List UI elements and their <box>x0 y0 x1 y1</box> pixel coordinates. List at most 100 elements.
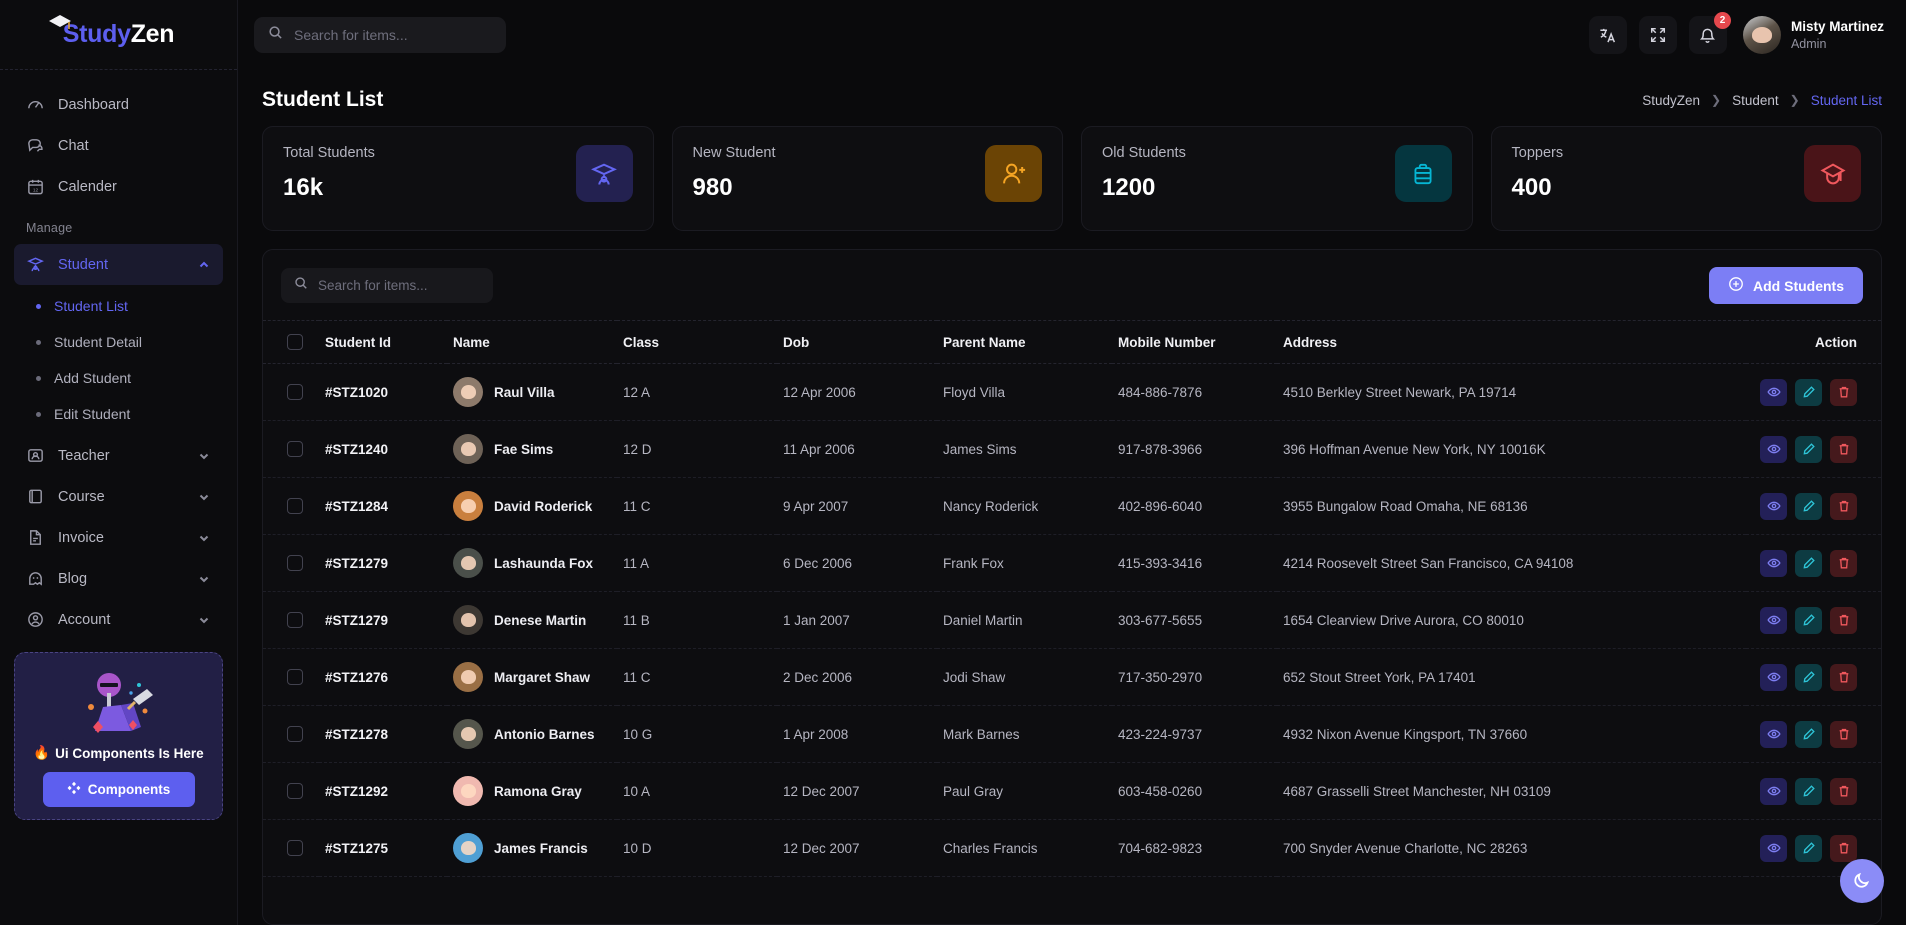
cell-dob: 2 Dec 2006 <box>777 648 937 706</box>
search-input[interactable] <box>294 27 492 43</box>
trash-icon[interactable] <box>1830 663 1857 691</box>
student-cap-icon <box>575 145 633 202</box>
trash-icon[interactable] <box>1830 435 1857 463</box>
row-checkbox[interactable] <box>287 783 303 799</box>
sidebar-item-blog[interactable]: Blog <box>14 558 223 599</box>
sidebar-item-calender[interactable]: 12 Calender <box>14 166 223 207</box>
table-search-input[interactable] <box>318 278 480 293</box>
eye-icon[interactable] <box>1760 492 1787 520</box>
pencil-icon[interactable] <box>1795 378 1822 406</box>
pencil-icon[interactable] <box>1795 549 1822 577</box>
sidebar-item-student[interactable]: Student <box>14 244 223 285</box>
logo[interactable]: Study Zen <box>0 0 237 70</box>
promo-card: 🔥 Ui Components Is Here Components <box>14 652 223 820</box>
cell-student-id: #STZ1292 <box>319 762 447 820</box>
eye-icon[interactable] <box>1760 435 1787 463</box>
breadcrumb-item-student[interactable]: Student <box>1732 93 1779 108</box>
pencil-icon[interactable] <box>1795 834 1822 862</box>
cell-mobile-number: 603-458-0260 <box>1112 762 1277 820</box>
trash-icon[interactable] <box>1830 378 1857 406</box>
cell-mobile-number: 402-896-6040 <box>1112 477 1277 535</box>
trash-icon[interactable] <box>1830 777 1857 805</box>
row-checkbox[interactable] <box>287 498 303 514</box>
trash-icon[interactable] <box>1830 834 1857 862</box>
eye-icon[interactable] <box>1760 663 1787 691</box>
sidebar-item-label: Course <box>58 488 105 505</box>
column-header-name[interactable]: Name <box>447 320 617 364</box>
trash-icon[interactable] <box>1830 606 1857 634</box>
add-students-button[interactable]: Add Students <box>1709 267 1863 304</box>
user-profile[interactable]: Misty Martinez Admin <box>1742 16 1884 54</box>
pencil-icon[interactable] <box>1795 606 1822 634</box>
table-search[interactable] <box>281 268 493 303</box>
briefcase-icon <box>1394 145 1452 202</box>
pencil-icon[interactable] <box>1795 492 1822 520</box>
table-row: #STZ1020 Raul Villa 12 A 12 Apr 2006 Floyd V… <box>263 363 1881 421</box>
cell-class: 11 A <box>617 534 777 592</box>
pencil-icon[interactable] <box>1795 663 1822 691</box>
pencil-icon[interactable] <box>1795 777 1822 805</box>
sidebar-item-label: Dashboard <box>58 96 129 113</box>
cell-address: 1654 Clearview Drive Aurora, CO 80010 <box>1277 591 1746 649</box>
column-header-class[interactable]: Class <box>617 320 777 364</box>
sidebar-subitem-student-detail[interactable]: Student Detail <box>14 324 223 360</box>
trash-icon[interactable] <box>1830 549 1857 577</box>
row-checkbox[interactable] <box>287 840 303 856</box>
row-checkbox[interactable] <box>287 555 303 571</box>
column-header-student-id[interactable]: Student Id <box>319 320 447 364</box>
eye-icon[interactable] <box>1760 378 1787 406</box>
cell-student-id: #STZ1279 <box>319 591 447 649</box>
row-checkbox[interactable] <box>287 384 303 400</box>
avatar <box>453 605 483 635</box>
eye-icon[interactable] <box>1760 606 1787 634</box>
select-all-checkbox[interactable] <box>287 334 303 350</box>
pencil-icon[interactable] <box>1795 435 1822 463</box>
sidebar-subitem-edit-student[interactable]: Edit Student <box>14 396 223 432</box>
eye-icon[interactable] <box>1760 777 1787 805</box>
translate-icon[interactable] <box>1588 16 1627 54</box>
breadcrumb-item-studyzen[interactable]: StudyZen <box>1642 93 1700 108</box>
column-header-dob[interactable]: Dob <box>777 320 937 364</box>
theme-toggle-button[interactable] <box>1840 859 1884 903</box>
column-header-parent-name[interactable]: Parent Name <box>937 320 1112 364</box>
cell-mobile-number: 303-677-5655 <box>1112 591 1277 649</box>
eye-icon[interactable] <box>1760 834 1787 862</box>
cell-address: 4510 Berkley Street Newark, PA 19714 <box>1277 363 1746 421</box>
pencil-icon[interactable] <box>1795 720 1822 748</box>
row-checkbox[interactable] <box>287 669 303 685</box>
cell-parent-name: Daniel Martin <box>937 591 1112 649</box>
cell-address: 4687 Grasselli Street Manchester, NH 031… <box>1277 762 1746 820</box>
components-button[interactable]: Components <box>42 772 195 807</box>
sidebar-item-chat[interactable]: Chat <box>14 125 223 166</box>
column-header-address[interactable]: Address <box>1277 320 1746 364</box>
row-checkbox[interactable] <box>287 726 303 742</box>
trash-icon[interactable] <box>1830 492 1857 520</box>
cell-student-id: #STZ1278 <box>319 705 447 763</box>
sidebar-subitem-student-list[interactable]: Student List <box>14 288 223 324</box>
cell-name: David Roderick <box>447 477 617 535</box>
global-search[interactable] <box>254 17 506 53</box>
trash-icon[interactable] <box>1830 720 1857 748</box>
cell-name: Raul Villa <box>447 363 617 421</box>
sidebar: Study Zen Dashboard Chat 12 Calender Man… <box>0 0 238 925</box>
sidebar-item-account[interactable]: Account <box>14 599 223 640</box>
cell-mobile-number: 704-682-9823 <box>1112 819 1277 877</box>
bell-icon[interactable]: 2 <box>1688 12 1731 54</box>
sidebar-item-dashboard[interactable]: Dashboard <box>14 84 223 125</box>
bullet-icon <box>36 411 41 417</box>
fullscreen-icon[interactable] <box>1638 16 1677 54</box>
cell-action <box>1746 534 1881 592</box>
cell-parent-name: Paul Gray <box>937 762 1112 820</box>
sidebar-item-invoice[interactable]: Invoice <box>14 517 223 558</box>
sidebar-item-teacher[interactable]: Teacher <box>14 435 223 476</box>
column-header-mobile-number[interactable]: Mobile Number <box>1112 320 1277 364</box>
row-checkbox[interactable] <box>287 441 303 457</box>
eye-icon[interactable] <box>1760 549 1787 577</box>
sidebar-subitem-add-student[interactable]: Add Student <box>14 360 223 396</box>
cell-parent-name: James Sims <box>937 420 1112 478</box>
row-checkbox[interactable] <box>287 612 303 628</box>
svg-text:12: 12 <box>33 188 39 194</box>
sidebar-item-course[interactable]: Course <box>14 476 223 517</box>
eye-icon[interactable] <box>1760 720 1787 748</box>
stat-card-toppers: Toppers 400 <box>1490 126 1882 231</box>
